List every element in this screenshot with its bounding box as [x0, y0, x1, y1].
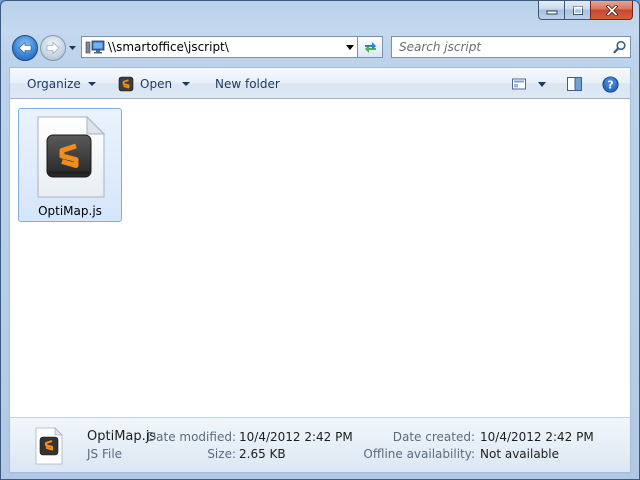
change-view-button[interactable] [512, 75, 546, 93]
new-folder-label: New folder [215, 77, 280, 91]
address-dropdown[interactable] [343, 37, 357, 57]
details-pane: OptiMap.js JS File Date modified: 10/4/2… [9, 417, 631, 473]
forward-button[interactable] [40, 35, 66, 61]
chevron-down-icon [87, 82, 96, 86]
search-icon[interactable] [610, 37, 630, 57]
organize-label: Organize [27, 77, 81, 91]
address-bar[interactable]: \\smartoffice\jscript\ [81, 36, 358, 58]
chevron-down-icon [346, 44, 354, 50]
command-bar: Organize Open New folder ? [9, 67, 631, 99]
open-button[interactable]: Open [118, 75, 191, 93]
network-location-icon [85, 39, 105, 55]
refresh-button[interactable] [358, 36, 383, 58]
new-folder-button[interactable]: New folder [215, 75, 280, 93]
help-button[interactable]: ? [601, 75, 619, 93]
date-created-label: Date created: [392, 430, 475, 444]
details-file-type: JS File [87, 447, 123, 461]
explorer-window: \\smartoffice\jscript\ Organize [0, 0, 640, 480]
arrow-left-icon [18, 41, 32, 55]
open-label: Open [140, 77, 173, 91]
offline-availability-label: Offline availability: [363, 447, 475, 461]
close-button[interactable] [590, 1, 633, 20]
address-path[interactable]: \\smartoffice\jscript\ [108, 40, 343, 54]
minimize-button[interactable] [538, 1, 564, 20]
date-modified-value: 10/4/2012 2:42 PM [239, 430, 353, 444]
chevron-down-icon [69, 46, 76, 50]
preview-pane-button[interactable] [566, 75, 582, 93]
recent-pages-button[interactable] [68, 44, 77, 52]
organize-button[interactable]: Organize [27, 75, 96, 93]
help-icon: ? [601, 75, 619, 93]
file-list-area[interactable]: OptiMap.js [9, 99, 631, 417]
file-item[interactable]: OptiMap.js [18, 108, 122, 222]
arrow-right-icon [46, 41, 60, 55]
search-input[interactable] [397, 39, 610, 55]
caption-buttons [538, 1, 633, 21]
chevron-down-icon [182, 82, 191, 86]
maximize-button[interactable] [564, 1, 590, 20]
date-created-value: 10/4/2012 2:42 PM [480, 430, 594, 444]
offline-availability-value: Not available [480, 447, 560, 461]
file-name: OptiMap.js [38, 204, 102, 218]
details-file-name: OptiMap.js [87, 429, 157, 444]
refresh-icon [364, 42, 376, 53]
svg-text:?: ? [607, 78, 613, 91]
size-value: 2.65 KB [239, 447, 286, 461]
search-box[interactable] [391, 36, 631, 58]
preview-pane-icon [566, 77, 582, 91]
view-options-icon [512, 78, 526, 90]
chevron-down-icon [538, 81, 546, 87]
size-label: Size: [207, 447, 236, 461]
sublime-text-app-icon [118, 76, 134, 92]
maximize-icon [572, 5, 583, 15]
minimize-icon [546, 10, 557, 15]
sublime-text-file-icon [37, 115, 106, 198]
back-button[interactable] [12, 35, 38, 61]
date-modified-label: Date modified: [146, 430, 236, 444]
close-icon [605, 4, 618, 16]
sublime-text-file-icon [35, 427, 63, 465]
